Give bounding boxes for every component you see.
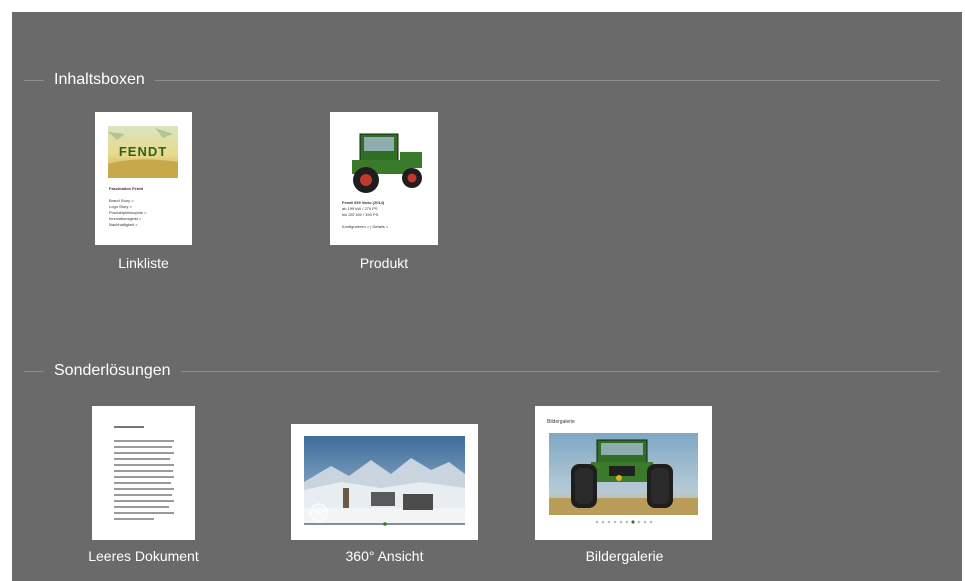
doc-text-line [114,458,170,460]
badge-360: 360° [313,510,325,516]
preview-heading: Faszination Fendt [109,186,143,191]
section-divider [154,79,940,81]
section-divider [24,79,44,81]
doc-text-line [114,518,154,520]
section-header-sonderloesungen: Sonderlösungen [24,361,940,381]
template-leeres-dokument[interactable]: Leeres Dokument [72,404,212,569]
fendt-logo-text: FENDT [118,144,168,159]
template-bildergalerie[interactable]: Bildergalerie Bildergalerie [532,404,722,569]
doc-text-line [114,446,172,448]
doc-text-line [114,440,174,442]
template-label: Linkliste [118,255,169,271]
preview-link: Logo Story > [109,204,132,209]
doc-text-line [114,494,172,496]
template-produkt[interactable]: Fendt 939 Vario (2014) ab 199 kW / 270 P… [312,110,462,280]
doc-text-line [114,476,174,478]
product-spec: ab 199 kW / 270 PS [342,206,378,211]
preview-link: Nachhaltigkeit > [109,222,138,227]
doc-text-line [114,488,174,490]
template-label: 360° Ansicht [345,548,424,564]
doc-text-line [114,464,174,466]
document-thumbnail [92,406,195,540]
template-label: Leeres Dokument [88,548,199,564]
section-divider [180,370,940,372]
doc-text-line [114,512,174,514]
product-spec: bis 287 kW / 390 PS [342,212,379,217]
template-linkliste[interactable]: FENDT Faszination Fendt Brand Story > Lo… [72,110,202,280]
template-label: Produkt [359,255,409,271]
section-divider [24,370,44,372]
doc-text-line [114,500,174,502]
section-title: Inhaltsboxen [54,71,145,88]
preview-link: Brand Story > [109,198,134,203]
doc-text-line [114,452,174,454]
templates-panel: Inhaltsboxen FENDT Faszination Fendt Bra… [12,12,962,581]
gallery-pagination-dots [595,520,653,524]
template-360-ansicht[interactable]: 360° 360° Ansicht [287,422,478,572]
preview-link: Innovationsgeist > [109,216,142,221]
produkt-thumbnail: Fendt 939 Vario (2014) ab 199 kW / 270 P… [330,112,438,245]
section-header-inhaltsboxen: Inhaltsboxen [24,70,940,90]
linkliste-thumbnail: FENDT Faszination Fendt Brand Story > Lo… [95,112,192,245]
doc-text-line [114,482,171,484]
panorama-thumbnail: 360° [291,424,478,540]
product-actions: Konfigurieren > | Details > [342,224,389,229]
section-title: Sonderlösungen [54,362,171,379]
gallery-thumbnail: Bildergalerie [535,406,712,540]
preview-link: Produktphilosophie > [109,210,147,215]
doc-text-line [114,470,173,472]
doc-heading-line [114,426,144,428]
template-label: Bildergalerie [585,548,664,564]
product-title: Fendt 939 Vario (2014) [342,200,385,205]
doc-text-line [114,506,169,508]
mountain-panorama-image [304,436,465,526]
